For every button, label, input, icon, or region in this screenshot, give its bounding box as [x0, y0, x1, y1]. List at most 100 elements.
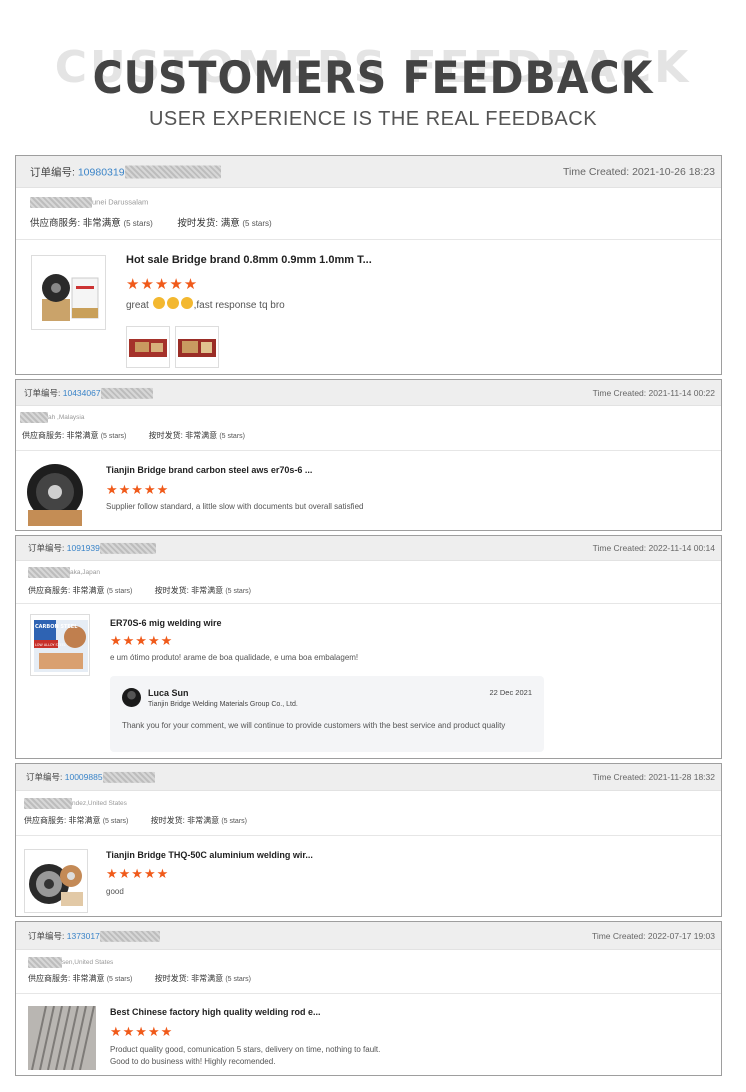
buyer-location: ah ,Malaysia [20, 412, 85, 423]
reply-company: Tianjin Bridge Welding Materials Group C… [148, 701, 298, 708]
service-rating: 供应商服务: 非常满意 (5 stars) [28, 974, 133, 983]
comment-line: Product quality good, comunication 5 sta… [110, 1045, 381, 1054]
avatar [122, 688, 141, 707]
smile-icon [166, 297, 179, 309]
wire-spools-icon [29, 864, 83, 906]
order-number-link[interactable]: 10980319 [78, 166, 125, 178]
review-header: 订单编号: 10980319 Time Created: 2021-10-26 … [16, 156, 721, 188]
review-card: 订单编号: 1091939 Time Created: 2022-11-14 0… [15, 535, 722, 759]
reply-text: Thank you for your comment, we will cont… [122, 721, 506, 730]
reply-author: Luca Sun [148, 688, 189, 698]
buyer-location: sen,United States [28, 957, 113, 968]
product-thumbnail[interactable] [22, 462, 88, 528]
review-product: Tianjin Bridge THQ-50C aluminium welding… [16, 836, 721, 916]
order-number: 订单编号: 1091939 [28, 542, 156, 555]
buyer-location: unei Darussalam [30, 197, 148, 208]
star-rating: ★★★★★ [126, 276, 199, 293]
product-thumbnail[interactable] [24, 849, 88, 913]
box-label: LOW ALLOY STEEL [35, 643, 66, 647]
review-header: 订单编号: 10009885 Time Created: 2021-11-28 … [16, 764, 721, 791]
review-info: ndez,United States 供应商服务: 非常满意 (5 stars)… [16, 791, 721, 836]
order-number-link[interactable]: 10434067 [63, 387, 101, 397]
review-card: 订单编号: 10434067 Time Created: 2021-11-14 … [15, 379, 722, 531]
carbon-steel-box-icon: CARBON STEEL LOW ALLOY STEEL [34, 620, 88, 672]
review-info: ah ,Malaysia 供应商服务: 非常满意 (5 stars) 按时发货:… [16, 406, 721, 451]
review-card: 订单编号: 10980319 Time Created: 2021-10-26 … [15, 155, 722, 375]
order-number: 订单编号: 10434067 [24, 386, 153, 399]
star-rating: ★★★★★ [110, 633, 174, 648]
buyer-location: ndez,United States [24, 798, 127, 809]
page-subtitle: USER EXPERIENCE IS THE REAL FEEDBACK [148, 108, 598, 130]
ratings-row: 供应商服务: 非常满意 (5 stars) 按时发货: 非常满意 (5 star… [28, 973, 251, 984]
shipping-rating: 按时发货: 非常满意 (5 stars) [154, 974, 251, 983]
shipping-rating: 按时发货: 非常满意 (5 stars) [148, 431, 245, 440]
order-label: 订单编号: [30, 166, 75, 178]
review-header: 订单编号: 10434067 Time Created: 2021-11-14 … [16, 380, 721, 406]
review-header: 订单编号: 1373017 Time Created: 2022-07-17 1… [16, 922, 721, 950]
attachment-photo-1[interactable] [126, 326, 170, 368]
seller-reply: Luca Sun Tianjin Bridge Welding Material… [110, 676, 544, 752]
time-created: Time Created: 2021-11-14 00:22 [592, 387, 715, 398]
photo-icon [129, 339, 167, 357]
welding-rods-icon [28, 1006, 96, 1070]
star-rating: ★★★★★ [110, 1024, 174, 1039]
time-created: Time Created: 2021-10-26 18:23 [563, 165, 715, 178]
review-comment: Supplier follow standard, a little slow … [106, 502, 364, 511]
review-header: 订单编号: 1091939 Time Created: 2022-11-14 0… [16, 536, 721, 561]
review-product: Hot sale Bridge brand 0.8mm 0.9mm 1.0mm … [16, 240, 721, 374]
thumbs-up-icon [152, 297, 165, 309]
order-number-link[interactable]: 1373017 [67, 930, 100, 940]
review-product: Best Chinese factory high quality weldin… [16, 994, 721, 1075]
review-product: Tianjin Bridge brand carbon steel aws er… [16, 451, 721, 530]
photo-icon [178, 339, 216, 357]
order-number: 订单编号: 10009885 [26, 771, 155, 784]
review-info: unei Darussalam 供应商服务: 非常满意 (5 stars) 按时… [16, 188, 721, 240]
product-name-link[interactable]: Best Chinese factory high quality weldin… [110, 1007, 321, 1017]
review-comment: e um ótimo produto! arame de boa qualida… [110, 653, 359, 662]
order-number-link[interactable]: 1091939 [67, 543, 100, 553]
product-thumbnail[interactable] [28, 1006, 96, 1070]
review-card: 订单编号: 1373017 Time Created: 2022-07-17 1… [15, 921, 722, 1076]
welding-wire-spool-box-icon [42, 274, 99, 321]
ratings-row: 供应商服务: 非常满意 (5 stars) 按时发货: 非常满意 (5 star… [24, 815, 247, 826]
box-label: CARBON STEEL [35, 624, 78, 630]
review-card: 订单编号: 10009885 Time Created: 2021-11-28 … [15, 763, 722, 917]
ratings-row: 供应商服务: 非常满意 (5 stars) 按时发货: 非常满意 (5 star… [22, 430, 245, 441]
page-title: CUSTOMERS FEEDBACK [92, 52, 654, 104]
reply-date: 22 Dec 2021 [489, 688, 532, 697]
shipping-rating: 按时发货: 非常满意 (5 stars) [154, 586, 251, 595]
order-number-link[interactable]: 10009885 [65, 772, 103, 782]
service-rating: 供应商服务: 非常满意 (5 stars) [24, 816, 129, 825]
buyer-location: aka,Japan [28, 567, 100, 578]
time-created: Time Created: 2022-07-17 19:03 [591, 930, 715, 941]
attachment-photo-2[interactable] [175, 326, 219, 368]
product-name-link[interactable]: Tianjin Bridge brand carbon steel aws er… [106, 465, 312, 475]
review-comment: Product quality good, comunication 5 sta… [110, 1044, 380, 1068]
review-info: sen,United States 供应商服务: 非常满意 (5 stars) … [16, 950, 721, 994]
order-number: 订单编号: 10980319 [30, 164, 221, 179]
comment-line: Good to do business with! Highly recomen… [110, 1057, 276, 1066]
ratings-row: 供应商服务: 非常满意 (5 stars) 按时发货: 满意 (5 stars) [30, 215, 272, 229]
product-name-link[interactable]: Tianjin Bridge THQ-50C aluminium welding… [106, 850, 313, 860]
time-created: Time Created: 2021-11-28 18:32 [592, 772, 715, 782]
ratings-row: 供应商服务: 非常满意 (5 stars) 按时发货: 非常满意 (5 star… [28, 585, 251, 596]
review-info: aka,Japan 供应商服务: 非常满意 (5 stars) 按时发货: 非常… [16, 561, 721, 604]
service-rating: 供应商服务: 非常满意 (5 stars) [30, 218, 153, 229]
product-thumbnail[interactable] [31, 255, 106, 330]
thumbs-up-icon [180, 297, 193, 309]
shipping-rating: 按时发货: 非常满意 (5 stars) [150, 816, 247, 825]
review-comment: good [106, 887, 124, 896]
shipping-rating: 按时发货: 满意 (5 stars) [177, 218, 272, 229]
service-rating: 供应商服务: 非常满意 (5 stars) [22, 431, 127, 440]
star-rating: ★★★★★ [106, 482, 170, 497]
review-product: CARBON STEEL LOW ALLOY STEEL ER70S-6 mig… [16, 604, 721, 758]
page-header: CUSTOMERS FEEDBACK CUSTOMERS FEEDBACK US… [0, 0, 746, 150]
wire-spool-icon [27, 464, 83, 526]
service-rating: 供应商服务: 非常满意 (5 stars) [28, 586, 133, 595]
order-number: 订单编号: 1373017 [28, 929, 160, 942]
product-name-link[interactable]: ER70S-6 mig welding wire [110, 618, 222, 628]
star-rating: ★★★★★ [106, 866, 170, 881]
product-thumbnail[interactable]: CARBON STEEL LOW ALLOY STEEL [30, 614, 90, 676]
time-created: Time Created: 2022-11-14 00:14 [592, 543, 715, 553]
product-name-link[interactable]: Hot sale Bridge brand 0.8mm 0.9mm 1.0mm … [126, 254, 372, 266]
